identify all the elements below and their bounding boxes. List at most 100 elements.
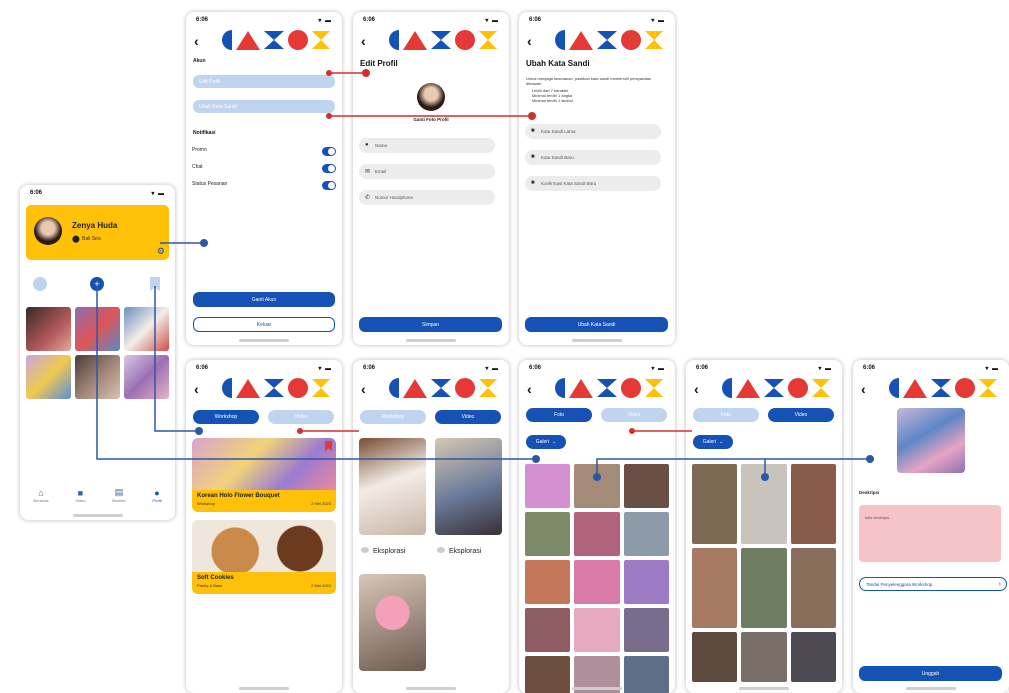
photo-thumb[interactable] <box>623 560 669 604</box>
photo-thumb[interactable] <box>525 656 571 693</box>
video-thumb[interactable] <box>741 464 787 544</box>
old-password-field[interactable]: ■ Kata Sandi Lama <box>525 124 661 139</box>
back-arrow-icon[interactable]: ‹ <box>194 34 199 48</box>
video-thumb[interactable] <box>741 632 787 682</box>
galeri-dropdown[interactable]: Galeri ⌄ <box>526 435 566 449</box>
tab-video[interactable]: Video <box>435 410 501 424</box>
change-photo-label[interactable]: Ganti Foto Profil <box>353 117 509 122</box>
video-thumb[interactable] <box>692 632 738 682</box>
upload-screen: 6:06 ▾ ▬ ‹ Deskripsi tulis deskripsi... T… <box>853 360 1009 693</box>
phone-icon: ✆ <box>365 195 371 201</box>
video-thumb[interactable] <box>790 464 836 544</box>
photo-thumb[interactable] <box>623 608 669 652</box>
back-arrow-icon[interactable]: ‹ <box>694 382 699 396</box>
ubah-sandi-item[interactable]: Ubah Kata Sandi <box>193 100 335 113</box>
photo-thumb[interactable] <box>623 512 669 556</box>
keluar-button[interactable]: Keluar <box>193 317 335 332</box>
password-rules-list: Lebih dari 7 karakter Minimal terdiri 1 … <box>532 88 573 103</box>
bookmark-icon[interactable] <box>150 277 160 291</box>
post-thumb[interactable] <box>124 355 169 399</box>
avatar <box>34 217 62 245</box>
video-label: Eksplorasi <box>437 547 481 555</box>
photo-thumb[interactable] <box>574 560 620 604</box>
photo-thumb[interactable] <box>525 464 571 508</box>
simpan-button[interactable]: Simpan <box>359 317 502 332</box>
video-thumb[interactable] <box>435 438 502 535</box>
photo-thumb[interactable] <box>574 464 620 508</box>
video-thumb[interactable] <box>692 548 738 628</box>
brand-logo <box>555 378 663 398</box>
chat-toggle[interactable] <box>322 164 336 173</box>
photo-thumb[interactable] <box>574 512 620 556</box>
ubah-sandi-screen: 6:06 ▾ ▬ ‹ Ubah Kata Sandi Untuk menjaga … <box>519 12 675 345</box>
edit-profil-item[interactable]: Edit Profil <box>193 75 335 88</box>
ubah-sandi-button[interactable]: Ubah Kata Sandi <box>525 317 668 332</box>
workshop-image <box>192 520 336 572</box>
chat-icon[interactable] <box>33 277 47 291</box>
post-thumb[interactable] <box>26 355 71 399</box>
tab-video[interactable]: Video <box>268 410 334 424</box>
tag-organizer-button[interactable]: Tandai Penyelenggara Workshop › <box>859 577 1007 591</box>
section-akun: Akun <box>193 58 206 64</box>
post-thumb[interactable] <box>26 307 71 351</box>
confirm-password-field[interactable]: ■ Konfirmasi Kata Sandi Baru <box>525 176 661 191</box>
avatar[interactable] <box>417 83 445 111</box>
video-thumb[interactable] <box>790 548 836 628</box>
new-password-field[interactable]: ■ Kata Sandi Baru <box>525 150 661 165</box>
nama-field[interactable]: ● Nama <box>359 138 495 153</box>
nav-profil[interactable]: ● Profil <box>152 488 161 503</box>
photo-thumb[interactable] <box>623 656 669 693</box>
tab-workshop[interactable]: Workshop <box>193 410 259 424</box>
post-thumb[interactable] <box>124 307 169 351</box>
tab-video[interactable]: Video <box>768 408 834 422</box>
video-thumb[interactable] <box>692 464 738 544</box>
photo-thumb[interactable] <box>525 512 571 556</box>
notif-promo-row: Promo <box>192 147 336 159</box>
add-post-button[interactable]: + <box>90 277 104 291</box>
brand-logo <box>722 378 830 398</box>
video-thumb[interactable] <box>359 574 426 671</box>
workshop-card[interactable]: Korean Holo Flower Bouquet Workshop 2 Mei … <box>192 438 336 512</box>
phone-field[interactable]: ✆ Nomor Handphone <box>359 190 495 205</box>
back-arrow-icon[interactable]: ‹ <box>361 382 366 396</box>
nav-beranda[interactable]: ⌂ Beranda <box>33 488 48 503</box>
status-toggle[interactable] <box>322 181 336 190</box>
email-field[interactable]: ✉ Email <box>359 164 495 179</box>
tab-foto[interactable]: Foto <box>693 408 759 422</box>
brand-logo <box>222 30 330 50</box>
ganti-akun-button[interactable]: Ganti Akun <box>193 292 335 307</box>
post-thumb[interactable] <box>75 355 120 399</box>
nav-booklet[interactable]: ▤ Booklet <box>112 487 125 503</box>
galeri-dropdown[interactable]: Galeri ⌄ <box>693 435 733 449</box>
video-thumb[interactable] <box>359 438 426 535</box>
tab-foto[interactable]: Foto <box>526 408 592 422</box>
back-arrow-icon[interactable]: ‹ <box>527 34 532 48</box>
brand-logo <box>389 378 497 398</box>
tab-video[interactable]: Video <box>601 408 667 422</box>
profile-screen: 6:06 ▾ ▬ Zenya Huda ⬤ Bali Sea ⚙ + ⌂ Beran… <box>20 185 175 520</box>
photo-thumb[interactable] <box>525 608 571 652</box>
post-thumb[interactable] <box>75 307 120 351</box>
video-thumb[interactable] <box>741 548 787 628</box>
workshop-card[interactable]: Soft Cookies Pastry & Bake 2 Mei 2023 <box>192 520 336 594</box>
back-arrow-icon[interactable]: ‹ <box>861 382 866 396</box>
photo-thumb[interactable] <box>623 464 669 508</box>
chevron-down-icon: ⌄ <box>719 439 724 445</box>
photo-thumb[interactable] <box>574 608 620 652</box>
back-arrow-icon[interactable]: ‹ <box>361 34 366 48</box>
notif-chat-row: Chat <box>192 164 336 176</box>
home-icon: ⌂ <box>38 487 44 498</box>
back-arrow-icon[interactable]: ‹ <box>527 382 532 396</box>
deskripsi-textarea[interactable]: tulis deskripsi... <box>859 505 1001 562</box>
unggah-button[interactable]: Unggah <box>859 666 1002 681</box>
chevron-right-icon: › <box>998 580 1001 588</box>
back-arrow-icon[interactable]: ‹ <box>194 382 199 396</box>
brand-logo <box>555 30 663 50</box>
nav-video[interactable]: ■ Video <box>75 488 85 503</box>
settings-gear-icon[interactable]: ⚙ <box>157 246 165 257</box>
promo-toggle[interactable] <box>322 147 336 156</box>
lock-icon: ■ <box>531 128 535 134</box>
tab-workshop[interactable]: Workshop <box>360 410 426 424</box>
video-thumb[interactable] <box>790 632 836 682</box>
photo-thumb[interactable] <box>525 560 571 604</box>
